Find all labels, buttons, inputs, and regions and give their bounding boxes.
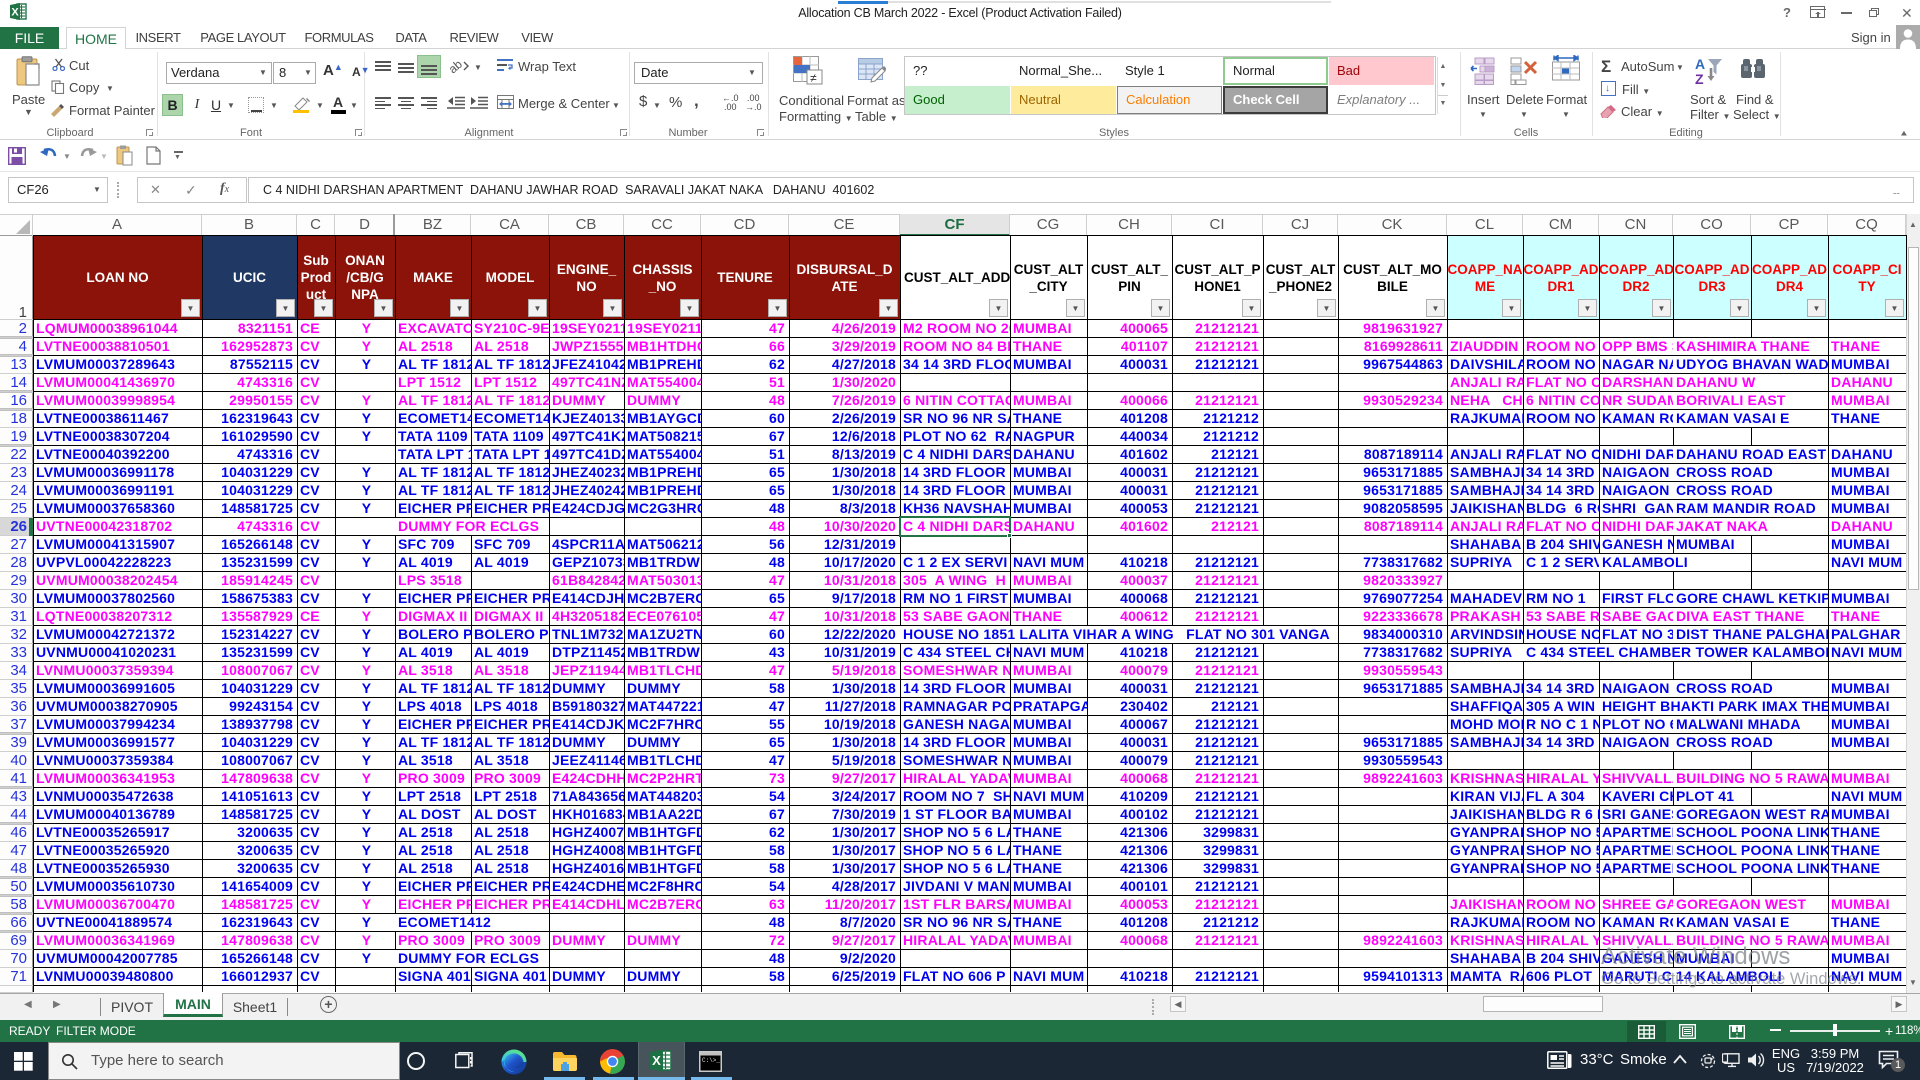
svg-text:X: X	[652, 1053, 661, 1068]
svg-text:A: A	[1695, 56, 1705, 72]
svg-text:ab: ab	[450, 58, 465, 75]
svg-text:Z: Z	[1695, 71, 1704, 86]
svg-text:≠: ≠	[810, 71, 817, 85]
svg-text:C:\>_: C:\>_	[702, 1057, 720, 1064]
